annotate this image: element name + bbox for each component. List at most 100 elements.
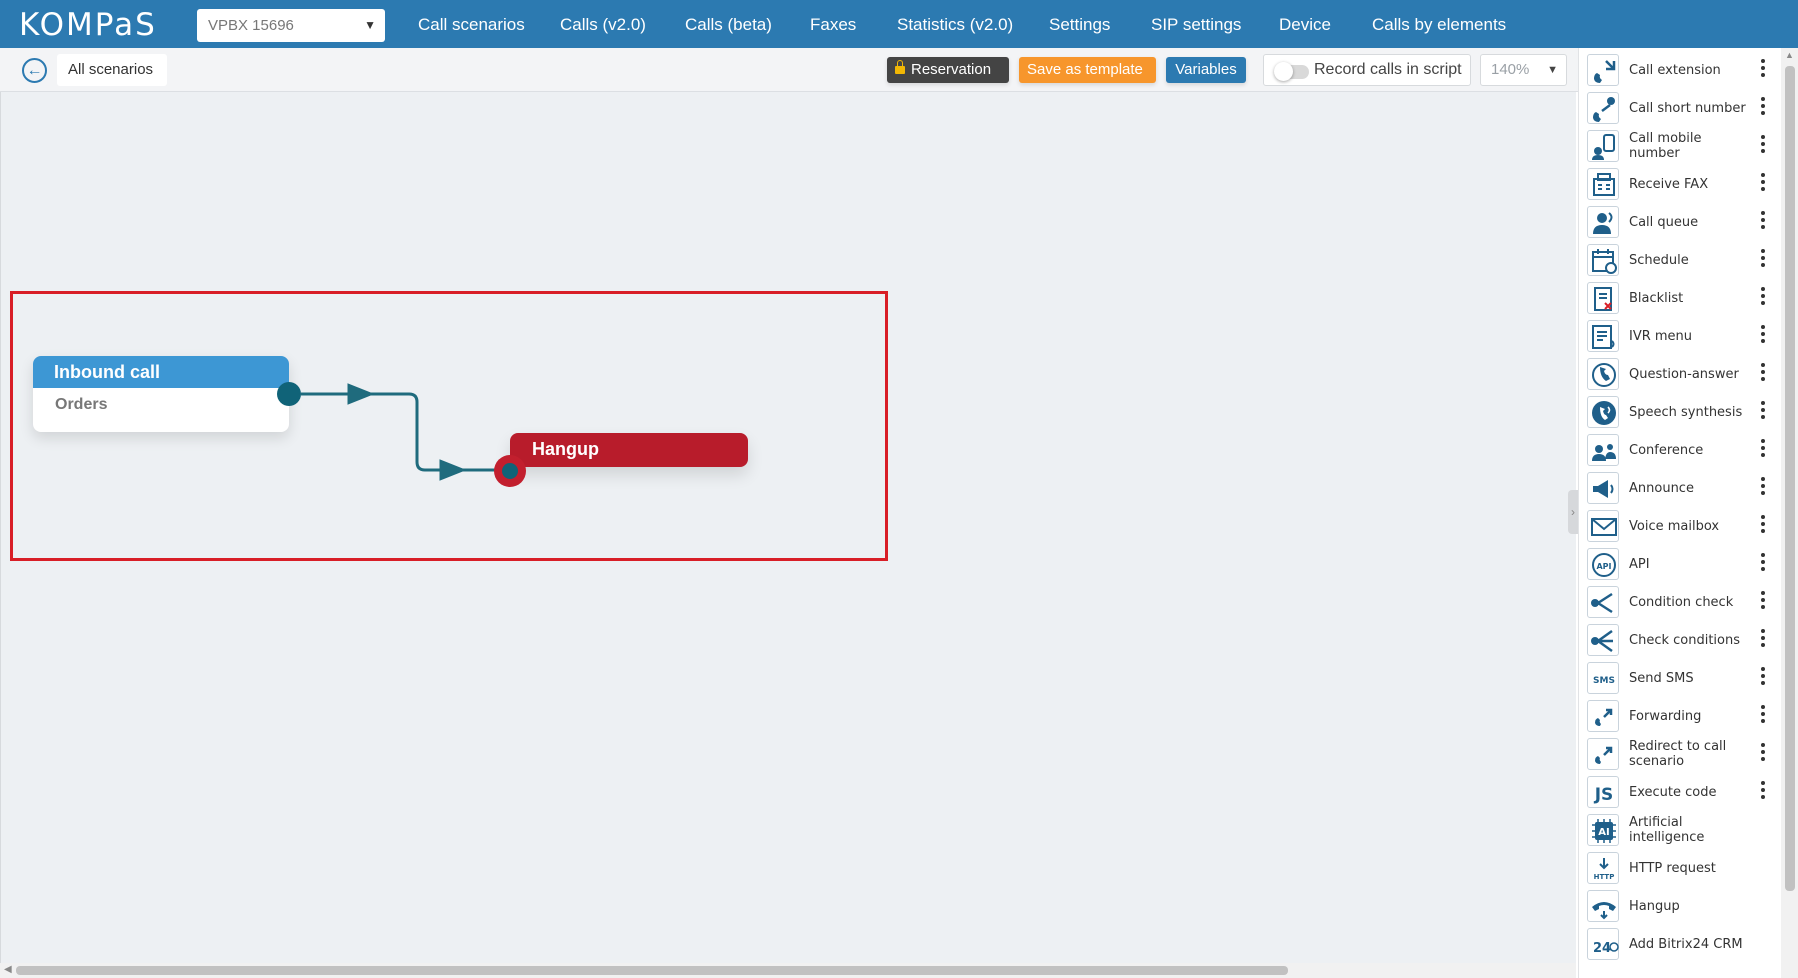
hangup-input-port[interactable] <box>494 455 526 487</box>
panel-item-label: Add Bitrix24 CRM <box>1629 936 1743 952</box>
more-options-icon[interactable] <box>1760 97 1766 117</box>
inbound-output-port[interactable] <box>277 382 301 406</box>
more-options-icon[interactable] <box>1760 173 1766 193</box>
panel-item-label: Call queue <box>1629 214 1699 230</box>
calendar-icon <box>1587 244 1619 276</box>
scroll-left-icon[interactable]: ◀ <box>4 964 12 975</box>
more-options-icon[interactable] <box>1760 515 1766 535</box>
nav-sip-settings[interactable]: SIP settings <box>1151 0 1241 48</box>
more-options-icon[interactable] <box>1760 401 1766 421</box>
inbound-call-node[interactable]: Inbound call Orders <box>33 356 289 432</box>
scroll-up-icon[interactable]: ▲ <box>1785 50 1794 60</box>
vertical-scroll-thumb[interactable] <box>1785 66 1795 891</box>
vpbx-select[interactable]: VPBX 15696 ▼ <box>197 9 385 42</box>
panel-item-call-short-number[interactable]: Call short number <box>1579 89 1782 127</box>
elements-panel: Call extension Call short number Call mo… <box>1578 48 1781 978</box>
hangup-node[interactable]: Hangup <box>510 433 748 467</box>
nav-device[interactable]: Device <box>1279 0 1331 48</box>
panel-item-label: Receive FAX <box>1629 176 1709 192</box>
more-options-icon[interactable] <box>1760 705 1766 725</box>
panel-item-hangup[interactable]: Hangup <box>1579 887 1782 925</box>
panel-item-http-request[interactable]: HTTP HTTP request <box>1579 849 1782 887</box>
kompas-logo[interactable]: KOMPaS <box>19 9 157 41</box>
more-options-icon[interactable] <box>1760 211 1766 231</box>
panel-item-call-queue[interactable]: Call queue <box>1579 203 1782 241</box>
panel-item-label: Call mobile number <box>1629 131 1702 161</box>
save-as-template-button[interactable]: Save as template <box>1019 57 1156 83</box>
panel-item-schedule[interactable]: Schedule <box>1579 241 1782 279</box>
more-options-icon[interactable] <box>1760 287 1766 307</box>
lock-icon <box>895 60 905 74</box>
panel-item-ivr-menu[interactable]: IVR menu <box>1579 317 1782 355</box>
more-options-icon[interactable] <box>1760 477 1766 497</box>
record-calls-label: Record calls in script <box>1314 61 1462 78</box>
panel-item-call-extension[interactable]: Call extension <box>1579 51 1782 89</box>
panel-item-check-conditions[interactable]: Check conditions <box>1579 621 1782 659</box>
more-options-icon[interactable] <box>1760 135 1766 155</box>
reservation-label: Reservation <box>911 61 992 78</box>
panel-item-execute-code[interactable]: JS Execute code <box>1579 773 1782 811</box>
panel-item-label: Announce <box>1629 480 1694 496</box>
zoom-select[interactable]: 140% ▼ <box>1480 54 1567 86</box>
ai-icon: AI <box>1587 814 1619 846</box>
nav-statistics-v2[interactable]: Statistics (v2.0) <box>897 0 1013 48</box>
nav-settings[interactable]: Settings <box>1049 0 1110 48</box>
horizontal-scrollbar[interactable]: ◀ <box>0 963 1576 978</box>
panel-item-forwarding[interactable]: Forwarding <box>1579 697 1782 735</box>
record-calls-toggle[interactable] <box>1274 62 1309 81</box>
js-icon: JS <box>1587 776 1619 808</box>
js-glyph: JS <box>1594 785 1614 805</box>
panel-item-blacklist[interactable]: Blacklist <box>1579 279 1782 317</box>
more-options-icon[interactable] <box>1760 629 1766 649</box>
reservation-button[interactable]: Reservation <box>887 57 1009 83</box>
panel-item-label: Blacklist <box>1629 290 1684 306</box>
all-scenarios-link[interactable]: All scenarios <box>57 54 167 86</box>
more-options-icon[interactable] <box>1760 781 1766 801</box>
branch-icon <box>1587 586 1619 618</box>
vpbx-select-value: VPBX 15696 <box>208 17 294 34</box>
more-options-icon[interactable] <box>1760 325 1766 345</box>
panel-item-redirect-to-call-scenario[interactable]: Redirect to call scenario <box>1579 735 1782 773</box>
conference-icon <box>1587 434 1619 466</box>
chevron-down-icon: ▼ <box>1547 64 1558 76</box>
panel-item-voice-mailbox[interactable]: Voice mailbox <box>1579 507 1782 545</box>
more-options-icon[interactable] <box>1760 59 1766 79</box>
panel-item-receive-fax[interactable]: Receive FAX <box>1579 165 1782 203</box>
panel-item-api[interactable]: API API <box>1579 545 1782 583</box>
back-arrow-icon[interactable]: ← <box>22 58 47 83</box>
nav-calls-by-elements[interactable]: Calls by elements <box>1372 0 1506 48</box>
panel-item-call-mobile-number[interactable]: Call mobile number <box>1579 127 1782 165</box>
scenario-canvas[interactable]: Inbound call Orders Hangup › <box>0 92 1578 963</box>
more-options-icon[interactable] <box>1760 363 1766 383</box>
panel-item-question-answer[interactable]: Question-answer <box>1579 355 1782 393</box>
panel-collapse-handle[interactable]: › <box>1568 490 1578 534</box>
more-options-icon[interactable] <box>1760 667 1766 687</box>
panel-item-add-bitrix24-crm[interactable]: 24 Add Bitrix24 CRM <box>1579 925 1782 963</box>
panel-item-artificial-intelligence[interactable]: AI Artificial intelligence <box>1579 811 1782 849</box>
horizontal-scroll-thumb[interactable] <box>16 966 1288 975</box>
vertical-scrollbar[interactable]: ▲ <box>1781 48 1798 978</box>
nav-calls-beta[interactable]: Calls (beta) <box>685 0 772 48</box>
panel-item-announce[interactable]: Announce <box>1579 469 1782 507</box>
more-options-icon[interactable] <box>1760 591 1766 611</box>
scenario-toolbar: ← All scenarios Reservation Save as temp… <box>0 48 1578 92</box>
more-options-icon[interactable] <box>1760 743 1766 763</box>
call-extension-icon <box>1587 54 1619 86</box>
panel-item-conference[interactable]: Conference <box>1579 431 1782 469</box>
panel-item-speech-synthesis[interactable]: Speech synthesis <box>1579 393 1782 431</box>
nav-call-scenarios[interactable]: Call scenarios <box>418 0 525 48</box>
connector-line[interactable] <box>1 92 901 512</box>
nav-calls-v2[interactable]: Calls (v2.0) <box>560 0 646 48</box>
panel-item-label: Hangup <box>1629 898 1680 914</box>
variables-button[interactable]: Variables <box>1166 57 1246 83</box>
panel-item-send-sms[interactable]: SMS Send SMS <box>1579 659 1782 697</box>
more-options-icon[interactable] <box>1760 553 1766 573</box>
mobile-icon <box>1587 130 1619 162</box>
panel-item-label: Call extension <box>1629 62 1721 78</box>
panel-item-condition-check[interactable]: Condition check <box>1579 583 1782 621</box>
more-options-icon[interactable] <box>1760 439 1766 459</box>
queue-icon <box>1587 206 1619 238</box>
nav-faxes[interactable]: Faxes <box>810 0 856 48</box>
panel-item-label: Artificial intelligence <box>1629 815 1705 845</box>
more-options-icon[interactable] <box>1760 249 1766 269</box>
